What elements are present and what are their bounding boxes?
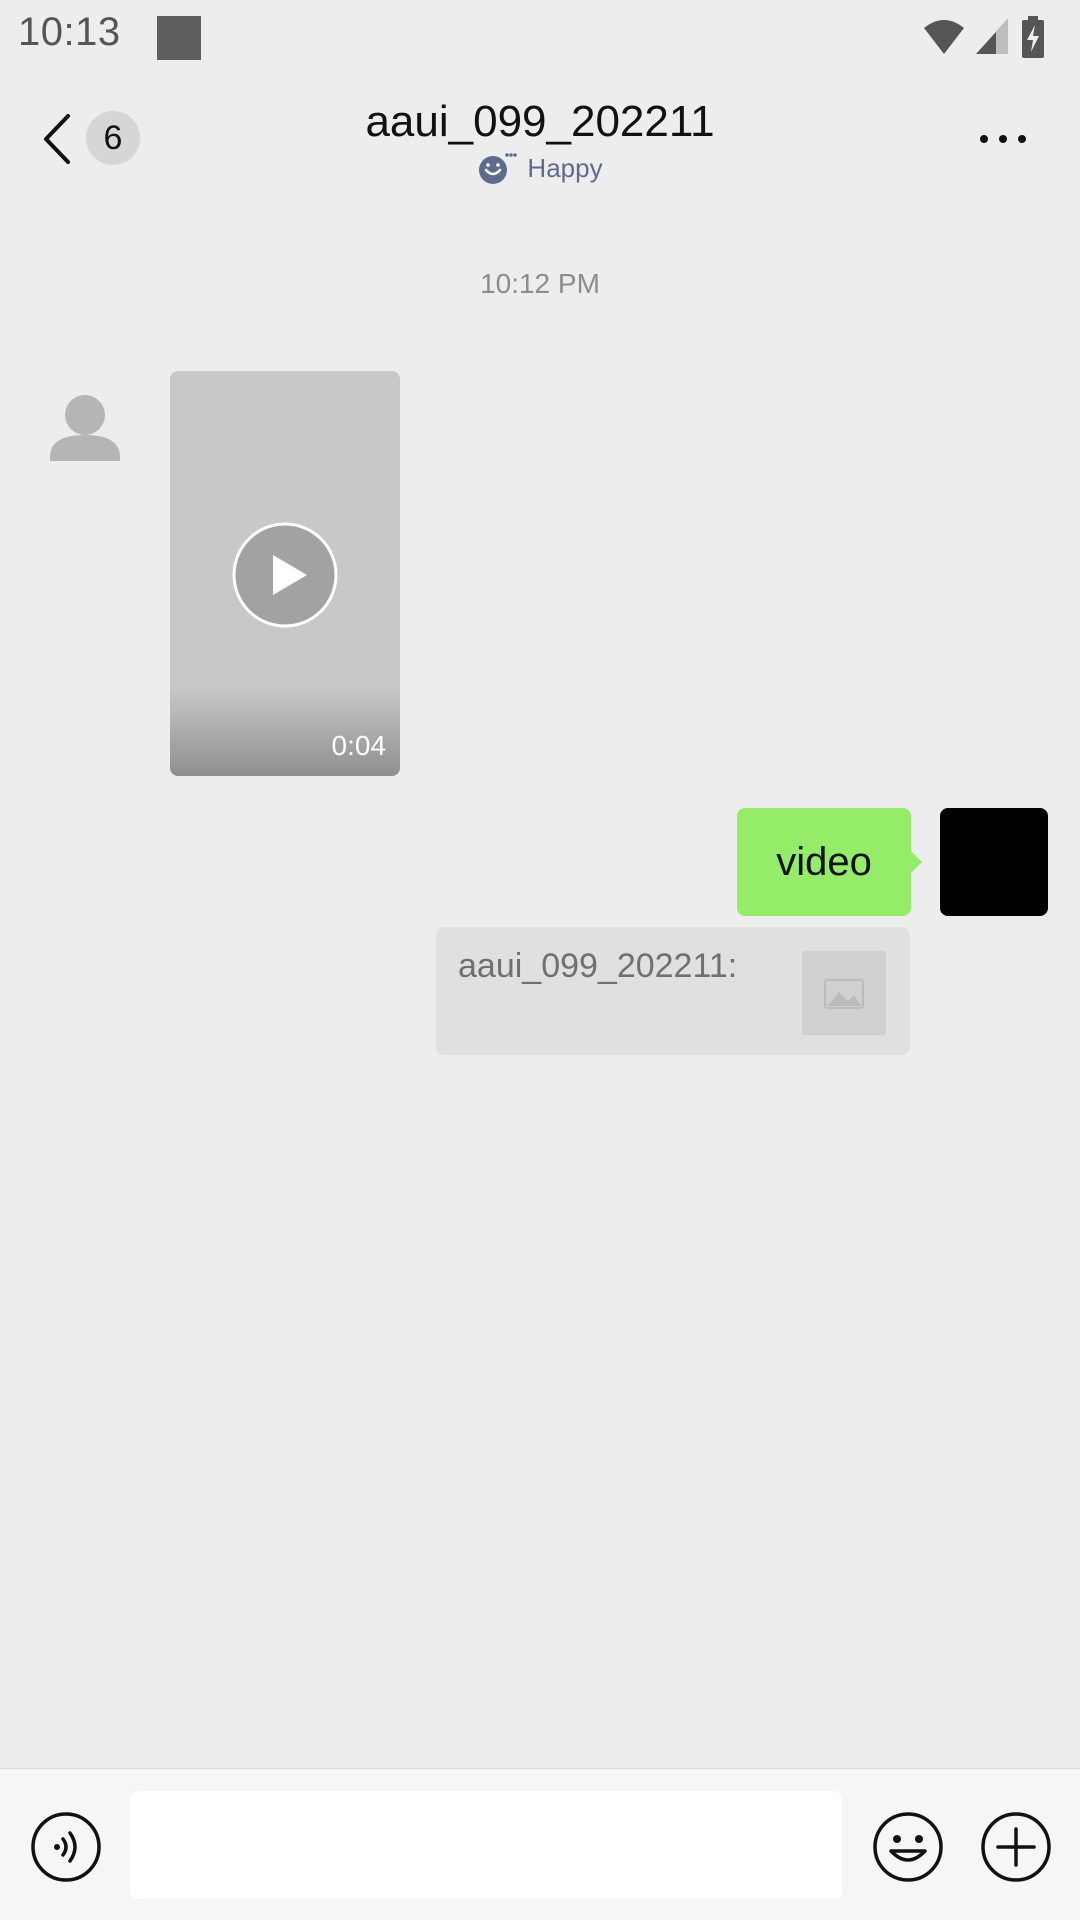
status-bar: 10:13 [0,0,1080,78]
more-icon[interactable] [978,132,1028,146]
play-icon[interactable] [231,521,339,629]
quote-text: aaui_099_202211: [458,947,738,985]
wifi-icon [924,20,964,54]
status-icons [922,16,1062,60]
contact-avatar[interactable] [42,385,128,471]
message-input[interactable] [130,1791,842,1899]
chat-header: 6 aaui_099_202211 Happy [0,78,1080,198]
video-message[interactable]: 0:04 [170,371,400,776]
cell-signal-icon [976,18,1008,54]
user-avatar[interactable] [940,808,1048,916]
video-duration: 0:04 [331,730,387,761]
quoted-message[interactable]: aaui_099_202211: [436,927,910,1055]
voice-icon[interactable] [30,1811,102,1883]
emoji-icon[interactable] [872,1811,944,1883]
bubble-tail [910,850,922,874]
quote-thumbnail [802,951,886,1035]
mood-icon [479,153,518,184]
plus-icon[interactable] [980,1811,1052,1883]
battery-charging-icon [1022,16,1044,58]
contact-status[interactable]: Happy [0,150,1080,190]
notification-square [157,16,201,60]
status-text: Happy [527,153,603,183]
chat-title: aaui_099_202211 [365,97,715,146]
status-time: 10:13 [18,10,121,54]
image-placeholder-icon [824,979,864,1009]
input-bar [0,1768,1080,1920]
message-timestamp: 10:12 PM [480,268,600,299]
sent-message-bubble[interactable]: video [737,808,911,916]
